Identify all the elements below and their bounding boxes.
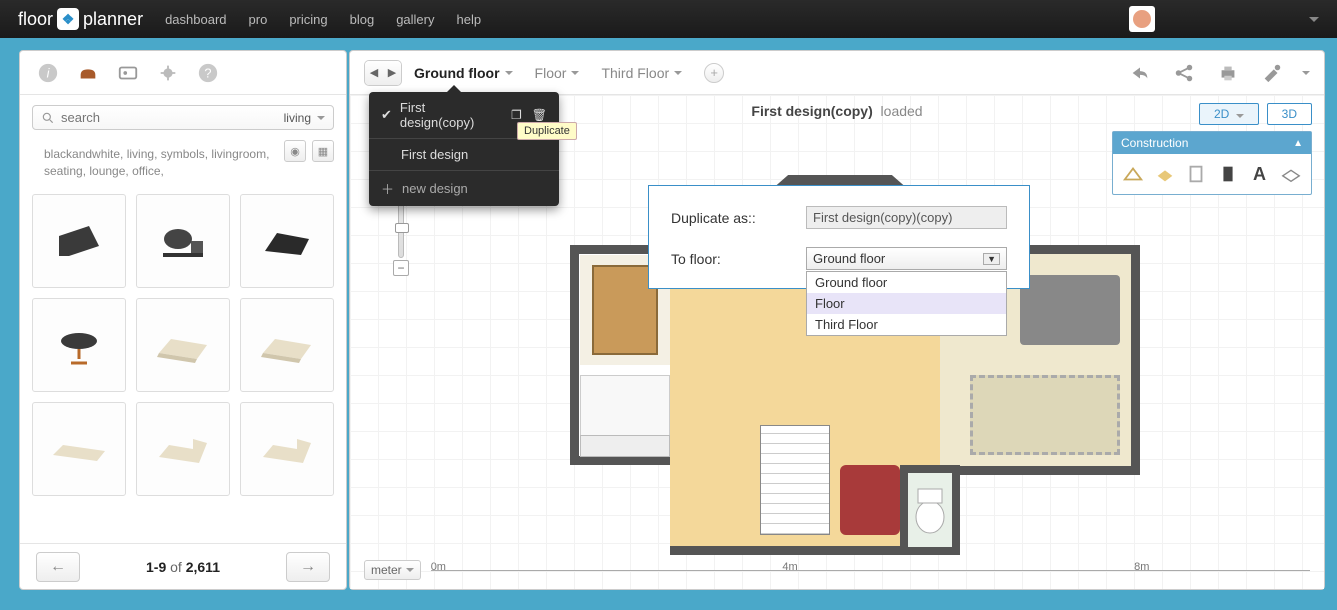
duplicate-as-label: Duplicate as::: [671, 210, 786, 226]
canvas-toolbar: ◀ ▶ Ground floor Floor Third Floor +: [350, 51, 1324, 95]
floor-tab-floor[interactable]: Floor: [535, 65, 580, 81]
view-top-icon[interactable]: ▦: [312, 140, 334, 162]
ruler-tick: 0m: [431, 561, 446, 573]
unit-select[interactable]: meter: [364, 560, 421, 580]
page-info: 1-9 of 2,611: [146, 559, 220, 575]
search-icon: [41, 111, 55, 125]
surface-tool-icon[interactable]: [1153, 162, 1177, 186]
search-input[interactable]: [61, 110, 278, 125]
prev-button[interactable]: ←: [36, 552, 80, 582]
furniture-item[interactable]: [136, 298, 230, 392]
photo-icon[interactable]: [114, 61, 142, 85]
help-icon[interactable]: ?: [194, 61, 222, 85]
search-box: living: [32, 105, 334, 130]
floor-tab-ground[interactable]: Ground floor: [414, 65, 513, 81]
floor-option[interactable]: Third Floor: [807, 314, 1006, 335]
next-button[interactable]: →: [286, 552, 330, 582]
print-icon[interactable]: [1214, 61, 1242, 85]
floor-options-dropdown: Ground floor Floor Third Floor: [806, 271, 1007, 336]
svg-text:?: ?: [204, 65, 211, 80]
sidebar-toolbar: i ?: [20, 51, 346, 95]
wall-tool-icon[interactable]: [1121, 162, 1145, 186]
filter-caret-icon[interactable]: [317, 116, 325, 120]
floor-option[interactable]: Ground floor: [807, 272, 1006, 293]
design-menu: ✔ First design(copy) ❐ 🗑 First design ＋ …: [369, 92, 559, 206]
design-title: First design(copy) loaded: [751, 103, 922, 119]
furniture-item[interactable]: [32, 298, 126, 392]
floor-option[interactable]: Floor: [807, 293, 1006, 314]
duplicate-tooltip: Duplicate: [517, 122, 577, 140]
ruler: meter 0m 4m 8m: [364, 559, 1310, 581]
share-icon[interactable]: [1170, 61, 1198, 85]
furniture-item[interactable]: [32, 402, 126, 496]
add-floor-button[interactable]: +: [704, 63, 724, 83]
zoom-handle[interactable]: [395, 223, 409, 233]
nav-gallery[interactable]: gallery: [396, 12, 434, 27]
furniture-item[interactable]: [136, 402, 230, 496]
view-3d-icon[interactable]: ◉: [284, 140, 306, 162]
nav-pro[interactable]: pro: [249, 12, 268, 27]
to-floor-select[interactable]: Ground floor▼: [806, 247, 1007, 270]
zoom-out-button[interactable]: −: [393, 260, 409, 276]
nav-blog[interactable]: blog: [350, 12, 375, 27]
door-tool-icon[interactable]: [1216, 162, 1240, 186]
logo[interactable]: floor ❖ planner: [18, 8, 143, 30]
logo-text-left: floor: [18, 9, 53, 30]
furniture-item[interactable]: [136, 194, 230, 288]
view-2d-button[interactable]: 2D: [1199, 103, 1259, 125]
furniture-item[interactable]: [240, 298, 334, 392]
logo-icon: ❖: [57, 8, 79, 30]
furniture-item[interactable]: [240, 194, 334, 288]
duplicate-modal: Duplicate as:: To floor: Ground floor▼ G…: [648, 185, 1030, 289]
undo-icon[interactable]: [1126, 61, 1154, 85]
furniture-grid: [20, 184, 346, 506]
nav-pricing[interactable]: pricing: [289, 12, 327, 27]
furniture-sidebar: i ? living ◉ ▦ blackandwhite, living, sy…: [19, 50, 347, 590]
check-icon: ✔: [381, 107, 392, 123]
floor-tab-third[interactable]: Third Floor: [601, 65, 682, 81]
text-tool-icon[interactable]: A: [1248, 162, 1272, 186]
construction-header[interactable]: Construction▲: [1113, 132, 1311, 154]
furniture-item[interactable]: [32, 194, 126, 288]
control-icon[interactable]: [154, 61, 182, 85]
nav-help[interactable]: help: [456, 12, 481, 27]
furniture-item[interactable]: [240, 402, 334, 496]
delete-icon[interactable]: 🗑: [532, 108, 547, 122]
floor-nav-arrows: ◀ ▶: [364, 60, 402, 86]
to-floor-label: To floor:: [671, 251, 786, 267]
pagination: ← 1-9 of 2,611 →: [20, 543, 346, 589]
construction-panel: Construction▲ A: [1112, 131, 1312, 195]
floor-prev-button[interactable]: ◀: [365, 61, 383, 85]
ruler-tick: 4m: [782, 561, 797, 573]
settings-caret-icon[interactable]: [1302, 71, 1310, 75]
user-menu-caret-icon[interactable]: [1309, 17, 1319, 22]
user-avatar[interactable]: [1129, 6, 1155, 32]
logo-text-right: planner: [83, 9, 143, 30]
duplicate-name-input[interactable]: [806, 206, 1007, 229]
window-tool-icon[interactable]: [1184, 162, 1208, 186]
new-design-item[interactable]: ＋ new design: [369, 171, 559, 206]
view-3d-button[interactable]: 3D: [1267, 103, 1312, 125]
plus-icon: ＋: [381, 179, 394, 198]
ruler-tick: 8m: [1134, 561, 1149, 573]
furniture-icon[interactable]: [74, 61, 102, 85]
settings-icon[interactable]: [1258, 61, 1286, 85]
floor-next-button[interactable]: ▶: [383, 61, 401, 85]
info-icon[interactable]: i: [34, 61, 62, 85]
search-filter[interactable]: living: [284, 111, 311, 125]
dimension-tool-icon[interactable]: [1279, 162, 1303, 186]
design-item[interactable]: First design: [369, 139, 559, 171]
top-nav: floor ❖ planner dashboard pro pricing bl…: [0, 0, 1337, 38]
nav-dashboard[interactable]: dashboard: [165, 12, 226, 27]
duplicate-icon[interactable]: ❐: [511, 108, 522, 122]
